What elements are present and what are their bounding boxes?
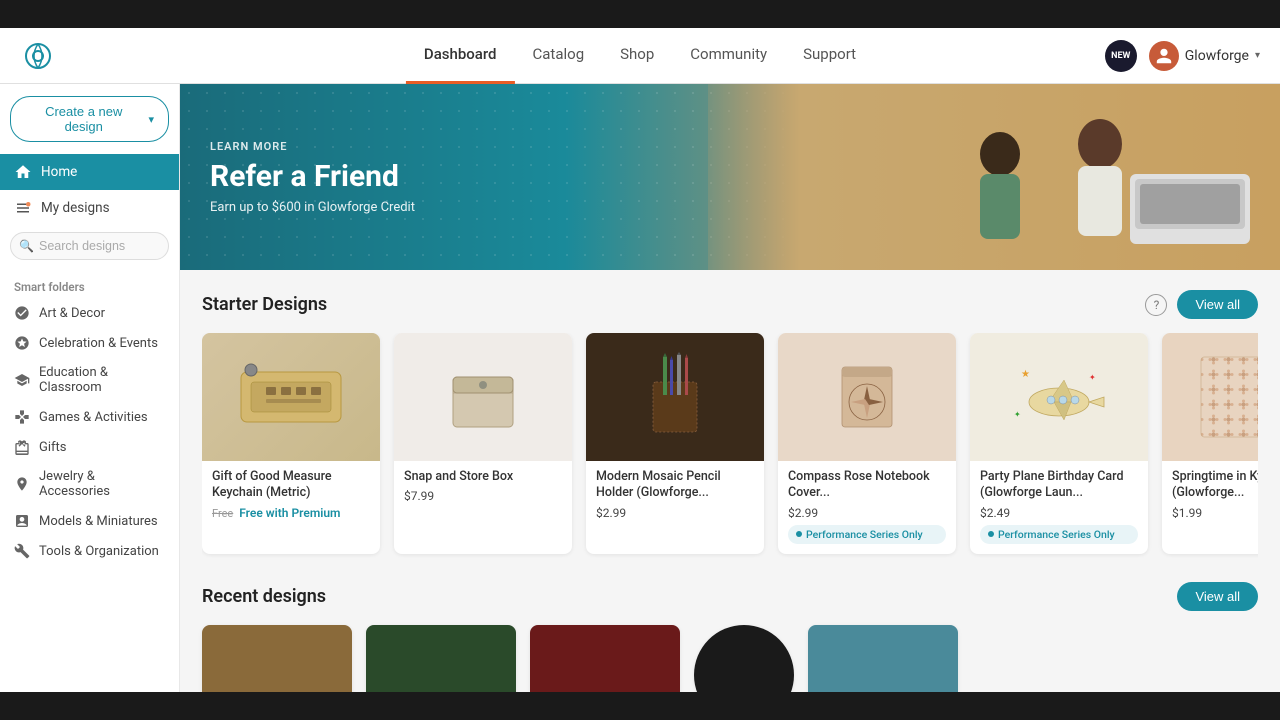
folder-models-label: Models & Miniatures — [39, 514, 158, 529]
snap-box-get-design-button[interactable]: Get design — [434, 447, 532, 473]
user-avatar — [1149, 41, 1179, 71]
design-card-party-plane[interactable]: ★ ✦ ✦ More info... Get design Party Plan… — [970, 333, 1148, 554]
create-new-design-button[interactable]: Create a new design ▾ — [10, 96, 169, 142]
pencil-more-info-button[interactable]: More info... — [625, 413, 725, 439]
sidebar-folder-art-decor[interactable]: Art & Decor — [0, 298, 179, 328]
recent-designs-view-all-button[interactable]: View all — [1177, 582, 1258, 611]
keychain-more-info-button[interactable]: More info... — [241, 413, 341, 439]
hero-banner[interactable]: LEARN MORE Refer a Friend Earn up to $60… — [180, 84, 1280, 270]
user-name: Glowforge — [1185, 48, 1249, 64]
sidebar-item-home[interactable]: Home — [0, 154, 179, 190]
smart-folders-label: Smart folders — [0, 268, 179, 298]
chevron-down-icon: ▾ — [1255, 50, 1260, 61]
banner-learn-more: LEARN MORE — [210, 140, 415, 153]
folder-gifts-label: Gifts — [39, 440, 67, 455]
snap-box-more-info-button[interactable]: More info... — [433, 413, 533, 439]
nav-shop[interactable]: Shop — [602, 28, 672, 84]
search-box: 🔍 — [10, 232, 169, 260]
design-card-compass-rose[interactable]: More info... Get design Compass Rose Not… — [778, 333, 956, 554]
header: Dashboard Catalog Shop Community Support… — [0, 28, 1280, 84]
starter-designs-title: Starter Designs — [202, 294, 327, 315]
sidebar-home-label: Home — [41, 164, 77, 180]
design-card-keychain[interactable]: More info... Get design Gift of Good Mea… — [202, 333, 380, 554]
starter-designs-section: Starter Designs ? View all — [180, 270, 1280, 578]
new-badge-label: NEW — [1111, 51, 1130, 61]
dropdown-arrow-icon: ▾ — [148, 113, 154, 126]
banner-image — [708, 84, 1280, 270]
nav-catalog[interactable]: Catalog — [515, 28, 603, 84]
logo[interactable] — [20, 38, 56, 74]
recent-designs-header: Recent designs View all — [202, 582, 1258, 611]
top-bar — [0, 0, 1280, 28]
bottom-bar — [0, 692, 1280, 720]
plane-more-info-button[interactable]: More info... — [1009, 413, 1109, 439]
recent-designs-title: Recent designs — [202, 586, 326, 607]
sidebar-folder-games-activities[interactable]: Games & Activities — [0, 402, 179, 432]
kyoto-get-design-button[interactable]: Get design — [1202, 447, 1258, 473]
sidebar-folder-tools-organization[interactable]: Tools & Organization — [0, 536, 179, 566]
sidebar: Create a new design ▾ Home My designs 🔍 … — [0, 84, 180, 720]
plane-get-design-button[interactable]: Get design — [1010, 447, 1108, 473]
main-content: LEARN MORE Refer a Friend Earn up to $60… — [180, 84, 1280, 720]
compass-get-design-button[interactable]: Get design — [818, 447, 916, 473]
folder-tools-label: Tools & Organization — [39, 544, 159, 559]
folder-celebration-label: Celebration & Events — [39, 336, 158, 351]
folder-art-decor-label: Art & Decor — [39, 306, 105, 321]
keychain-get-design-button[interactable]: Get design — [242, 447, 340, 473]
design-card-pencil-holder[interactable]: More info... Get design Modern Mosaic Pe… — [586, 333, 764, 554]
pencil-get-design-button[interactable]: Get design — [626, 447, 724, 473]
starter-designs-grid: More info... Get design Gift of Good Mea… — [202, 333, 1258, 558]
folder-jewelry-label: Jewelry & Accessories — [39, 469, 165, 499]
create-btn-label: Create a new design — [25, 104, 142, 134]
sidebar-item-my-designs[interactable]: My designs — [0, 190, 179, 226]
nav-support[interactable]: Support — [785, 28, 874, 84]
starter-designs-actions: ? View all — [1145, 290, 1258, 319]
kyoto-more-info-button[interactable]: More info... — [1201, 413, 1258, 439]
new-badge[interactable]: NEW — [1105, 40, 1137, 72]
sidebar-folder-celebration-events[interactable]: Celebration & Events — [0, 328, 179, 358]
nav-dashboard[interactable]: Dashboard — [406, 28, 515, 84]
header-right: NEW Glowforge ▾ — [1105, 40, 1260, 72]
starter-designs-header: Starter Designs ? View all — [202, 290, 1258, 319]
banner-text: LEARN MORE Refer a Friend Earn up to $60… — [180, 112, 445, 243]
sidebar-folder-models-miniatures[interactable]: Models & Miniatures — [0, 506, 179, 536]
folder-education-label: Education & Classroom — [39, 365, 165, 395]
nav-community[interactable]: Community — [672, 28, 785, 84]
help-icon[interactable]: ? — [1145, 294, 1167, 316]
starter-designs-view-all-button[interactable]: View all — [1177, 290, 1258, 319]
compass-more-info-button[interactable]: More info... — [817, 413, 917, 439]
banner-title: Refer a Friend — [210, 159, 415, 194]
user-menu[interactable]: Glowforge ▾ — [1149, 41, 1260, 71]
design-card-snap-box[interactable]: More info... Get design Snap and Store B… — [394, 333, 572, 554]
search-icon: 🔍 — [19, 239, 34, 253]
sidebar-folder-gifts[interactable]: Gifts — [0, 432, 179, 462]
main-nav: Dashboard Catalog Shop Community Support — [406, 28, 874, 84]
sidebar-folder-education-classroom[interactable]: Education & Classroom — [0, 358, 179, 402]
sidebar-my-designs-label: My designs — [41, 200, 110, 216]
page-layout: Create a new design ▾ Home My designs 🔍 … — [0, 84, 1280, 720]
recent-designs-actions: View all — [1177, 582, 1258, 611]
sidebar-folder-jewelry-accessories[interactable]: Jewelry & Accessories — [0, 462, 179, 506]
design-card-kyoto[interactable]: More info... Get design Springtime in Ky… — [1162, 333, 1258, 554]
banner-subtitle: Earn up to $600 in Glowforge Credit — [210, 200, 415, 215]
folder-games-label: Games & Activities — [39, 410, 148, 425]
